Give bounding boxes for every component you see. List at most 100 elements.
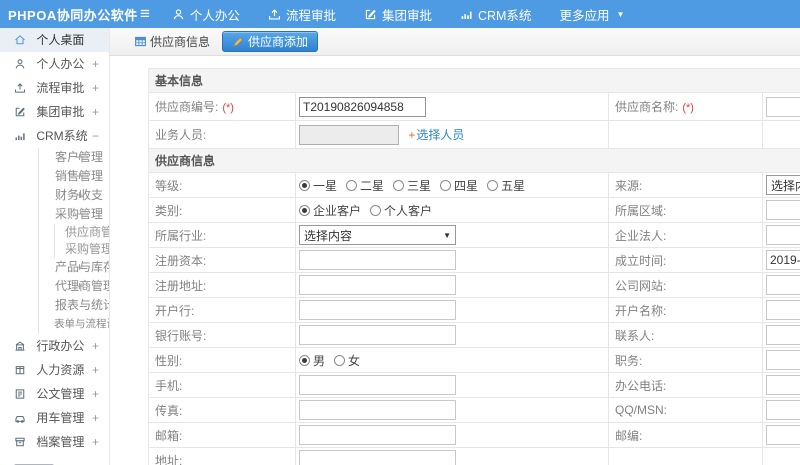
source-select[interactable]: 选择内容▼ [766, 175, 800, 195]
sidebar-item-sales-mgmt[interactable]: 销售管理 + [39, 167, 109, 186]
chevron-down-icon: ▼ [443, 230, 451, 240]
sidebar-item-vehicle-mgmt[interactable]: 用车管理 + [0, 406, 109, 430]
sidebar-item-archive-mgmt[interactable]: 档案管理 + [0, 430, 109, 454]
mobile-input[interactable] [299, 375, 456, 395]
expand-icon[interactable]: + [76, 186, 83, 205]
sidebar-item-partial[interactable] [0, 456, 109, 465]
expand-icon[interactable]: + [92, 430, 99, 454]
topnav-workflow-approval[interactable]: 流程审批 [268, 5, 336, 24]
tab-supplier-add[interactable]: 供应商添加 [222, 31, 319, 52]
email-input[interactable] [299, 425, 456, 445]
expand-icon[interactable]: + [92, 52, 99, 76]
legal-person-label: 企业法人: [608, 222, 763, 248]
account-name-input[interactable] [766, 300, 800, 320]
sidebar-item-finance[interactable]: 财务收支 + [39, 186, 109, 205]
sidebar-item-workflow-approval[interactable]: 流程审批 + [0, 76, 109, 100]
empty-cell [761, 447, 800, 465]
topnav-personal-office[interactable]: 个人办公 [172, 5, 240, 24]
legal-person-input[interactable] [766, 225, 800, 245]
sidebar-item-supplier-mgmt[interactable]: 供应商管理 [55, 224, 109, 241]
bank-account-label: 银行账号: [148, 322, 296, 348]
office-phone-input[interactable] [766, 375, 800, 395]
industry-select[interactable]: 选择内容 ▼ [299, 225, 456, 245]
expand-icon[interactable]: + [76, 277, 83, 296]
tab-supplier-info[interactable]: 供应商信息 [134, 33, 210, 50]
expand-icon[interactable]: + [92, 100, 99, 124]
expand-icon[interactable]: + [92, 358, 99, 382]
qq-msn-input[interactable] [766, 400, 800, 420]
sidebar-item-admin-office[interactable]: 行政办公 + [0, 334, 109, 358]
position-label: 职务: [608, 347, 763, 373]
topbar: PHPOA协同办公软件 ≡ 个人办公 流程审批 集团审批 CRM系统 更多应用 … [0, 0, 800, 28]
staff-input[interactable] [299, 124, 399, 145]
radio-level-4[interactable]: 四星 [440, 177, 478, 194]
sidebar-item-document-mgmt[interactable]: 公文管理 + [0, 382, 109, 406]
address-label: 地址: [148, 447, 296, 465]
home-icon [14, 34, 26, 46]
topnav-more-apps[interactable]: 更多应用 ▼ [559, 5, 624, 24]
account-name-label: 开户名称: [608, 297, 763, 323]
sidebar-item-reports-stats[interactable]: 报表与统计 [39, 296, 109, 315]
contact-input[interactable] [766, 325, 800, 345]
founded-date-input[interactable] [766, 250, 800, 270]
sidebar-item-purchase-mgmt[interactable]: 采购管理 − [39, 205, 109, 224]
expand-icon[interactable]: + [92, 406, 99, 430]
sidebar-item-group-approval[interactable]: 集团审批 + [0, 100, 109, 124]
radio-category-personal[interactable]: 个人客户 [370, 202, 432, 219]
sidebar-item-form-flow-settings[interactable]: 表单与流程设置+ [39, 315, 109, 334]
sidebar-item-crm-system[interactable]: CRM系统 − [0, 124, 109, 148]
topnav-crm-system[interactable]: CRM系统 [460, 5, 531, 24]
address-input[interactable] [299, 450, 456, 465]
expand-icon[interactable]: + [76, 148, 83, 167]
upload-icon [268, 8, 281, 21]
expand-icon[interactable]: + [92, 334, 99, 358]
radio-icon [440, 179, 452, 191]
expand-icon[interactable]: + [76, 258, 83, 277]
position-input[interactable] [766, 350, 800, 370]
radio-gender-female[interactable]: 女 [334, 352, 360, 369]
radio-gender-male[interactable]: 男 [299, 352, 325, 369]
registered-capital-input[interactable] [299, 250, 456, 270]
radio-icon [487, 179, 499, 191]
topnav-group-approval[interactable]: 集团审批 [364, 5, 432, 24]
fax-input[interactable] [299, 400, 456, 420]
region-label: 所属区域: [608, 197, 763, 223]
radio-level-2[interactable]: 二星 [346, 177, 384, 194]
pencil-icon [232, 36, 244, 48]
sidebar-item-procurement-mgmt[interactable]: 采购管理 [55, 241, 109, 258]
sidebar-item-product-inventory[interactable]: 产品与库存 + [39, 258, 109, 277]
bank-account-input[interactable] [299, 325, 456, 345]
region-input[interactable] [766, 200, 800, 220]
radio-level-1[interactable]: 一星 [299, 177, 337, 194]
section-title-supplier-info: 供应商信息 [147, 148, 800, 173]
menu-toggle-icon[interactable]: ≡ [132, 0, 158, 28]
collapse-icon[interactable]: − [92, 124, 99, 148]
supplier-name-input[interactable] [766, 96, 800, 117]
radio-icon [299, 354, 310, 366]
fax-label: 传真: [148, 397, 296, 423]
sidebar-item-personal-desktop[interactable]: 个人桌面 [0, 28, 109, 52]
registered-address-input[interactable] [299, 275, 456, 295]
postcode-input[interactable] [766, 425, 800, 445]
caret-down-icon: ▼ [616, 9, 625, 19]
chart-icon [14, 130, 26, 142]
sidebar-item-human-resources[interactable]: 人力资源 + [0, 358, 109, 382]
sidebar-item-personal-office[interactable]: 个人办公 + [0, 52, 109, 76]
level-radio-group: 一星 二星 三星 四星 五星 [299, 177, 525, 194]
sidebar-item-customer-mgmt[interactable]: 客户管理 + [39, 148, 109, 167]
collapse-icon[interactable]: − [76, 205, 83, 224]
radio-category-company[interactable]: 企业客户 [299, 202, 361, 219]
website-input[interactable] [766, 275, 800, 295]
empty-cell [608, 447, 763, 465]
postcode-label: 邮编: [608, 422, 763, 448]
expand-icon[interactable]: + [92, 382, 99, 406]
pick-staff-link[interactable]: +选择人员 [408, 128, 464, 142]
radio-level-3[interactable]: 三星 [393, 177, 431, 194]
supplier-code-input[interactable] [299, 96, 426, 117]
expand-icon[interactable]: + [92, 76, 99, 100]
expand-icon[interactable]: + [76, 167, 83, 186]
sidebar-item-agent-mgmt[interactable]: 代理商管理 + [39, 277, 109, 296]
supplier-code-label: 供应商编号: (*) [148, 92, 296, 121]
radio-level-5[interactable]: 五星 [487, 177, 525, 194]
bank-input[interactable] [299, 300, 456, 320]
